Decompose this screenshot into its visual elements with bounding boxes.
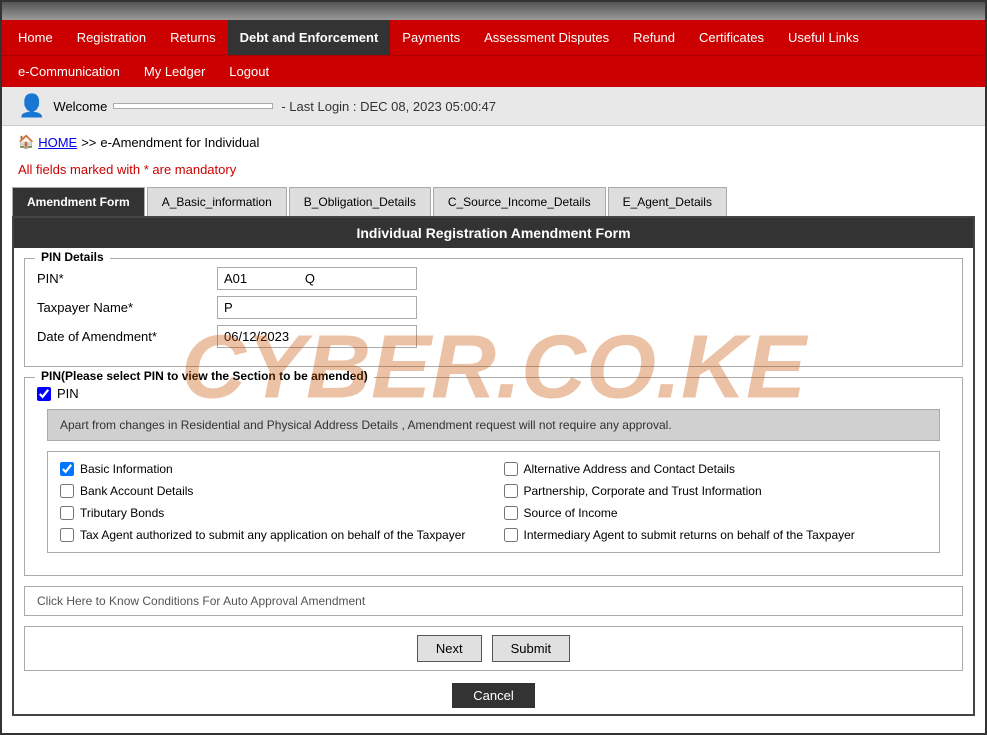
pin-checkbox[interactable]: [37, 387, 51, 401]
cb-bank-account: Bank Account Details: [60, 484, 484, 498]
breadcrumb-home[interactable]: HOME: [38, 135, 77, 150]
top-gradient-bar: [2, 2, 985, 20]
form-area: Individual Registration Amendment Form P…: [12, 216, 975, 716]
cb-basic-info-label: Basic Information: [80, 462, 173, 476]
avatar-icon: 👤: [18, 93, 45, 119]
pin-check-row: PIN: [37, 386, 950, 401]
nav-certificates[interactable]: Certificates: [687, 20, 776, 55]
cb-basic-info-input[interactable]: [60, 462, 74, 476]
pin-details-label: PIN Details: [35, 250, 110, 264]
cancel-bar: Cancel: [14, 677, 973, 714]
tab-agent-details[interactable]: E_Agent_Details: [608, 187, 727, 216]
pin-select-section: PIN(Please select PIN to view the Sectio…: [24, 377, 963, 576]
nav-useful-links[interactable]: Useful Links: [776, 20, 871, 55]
pin-check-label: PIN: [57, 386, 79, 401]
taxpayer-row: Taxpayer Name*: [37, 296, 950, 319]
nav-assessment-disputes[interactable]: Assessment Disputes: [472, 20, 621, 55]
tab-source-income[interactable]: C_Source_Income_Details: [433, 187, 606, 216]
cancel-button[interactable]: Cancel: [452, 683, 534, 708]
cb-partnership-label: Partnership, Corporate and Trust Informa…: [524, 484, 762, 498]
cb-intermediary: Intermediary Agent to submit returns on …: [504, 528, 928, 542]
nav-returns[interactable]: Returns: [158, 20, 228, 55]
main-nav: Home Registration Returns Debt and Enfor…: [2, 20, 985, 55]
cb-bank-input[interactable]: [60, 484, 74, 498]
breadcrumb-current: e-Amendment for Individual: [100, 135, 259, 150]
cb-alt-address-label: Alternative Address and Contact Details: [524, 462, 735, 476]
notice-bar: Apart from changes in Residential and Ph…: [47, 409, 940, 441]
cb-source-income-input[interactable]: [504, 506, 518, 520]
cb-partnership: Partnership, Corporate and Trust Informa…: [504, 484, 928, 498]
breadcrumb: 🏠 HOME >> e-Amendment for Individual: [2, 126, 985, 158]
cb-tributary: Tributary Bonds: [60, 506, 484, 520]
info-link[interactable]: Click Here to Know Conditions For Auto A…: [24, 586, 963, 616]
breadcrumb-separator: >>: [81, 135, 96, 150]
cb-intermediary-input[interactable]: [504, 528, 518, 542]
cb-tributary-label: Tributary Bonds: [80, 506, 164, 520]
submit-button[interactable]: Submit: [492, 635, 570, 662]
cb-source-income: Source of Income: [504, 506, 928, 520]
welcome-bar: 👤 Welcome - Last Login : DEC 08, 2023 05…: [2, 87, 985, 126]
cb-basic-info: Basic Information: [60, 462, 484, 476]
cb-tax-agent: Tax Agent authorized to submit any appli…: [60, 528, 484, 542]
cb-source-income-label: Source of Income: [524, 506, 618, 520]
form-title: Individual Registration Amendment Form: [14, 218, 973, 248]
cb-partnership-input[interactable]: [504, 484, 518, 498]
pin-field-label: PIN*: [37, 271, 217, 286]
amendment-checkboxes: Basic Information Alternative Address an…: [47, 451, 940, 553]
tab-bar: Amendment Form A_Basic_information B_Obl…: [12, 187, 975, 216]
last-login-text: - Last Login : DEC 08, 2023 05:00:47: [281, 99, 496, 114]
mandatory-note: All fields marked with * are mandatory: [2, 158, 985, 187]
date-input[interactable]: [217, 325, 417, 348]
next-button[interactable]: Next: [417, 635, 482, 662]
date-row: Date of Amendment*: [37, 325, 950, 348]
nav-home[interactable]: Home: [6, 20, 65, 55]
nav-refund[interactable]: Refund: [621, 20, 687, 55]
taxpayer-label: Taxpayer Name*: [37, 300, 217, 315]
pin-details-section: PIN Details PIN* Taxpayer Name* Date of …: [24, 258, 963, 367]
nav-debt-enforcement[interactable]: Debt and Enforcement: [228, 20, 391, 55]
taxpayer-input[interactable]: [217, 296, 417, 319]
cb-alt-address: Alternative Address and Contact Details: [504, 462, 928, 476]
home-icon: 🏠: [18, 134, 34, 150]
nav-registration[interactable]: Registration: [65, 20, 158, 55]
cb-tax-agent-input[interactable]: [60, 528, 74, 542]
nav-my-ledger[interactable]: My Ledger: [132, 56, 217, 87]
notice-text: Apart from changes in Residential and Ph…: [60, 418, 672, 432]
action-bar: Next Submit: [24, 626, 963, 671]
tab-amendment-form[interactable]: Amendment Form: [12, 187, 145, 216]
cb-tax-agent-label: Tax Agent authorized to submit any appli…: [80, 528, 465, 542]
pin-input[interactable]: [217, 267, 417, 290]
nav-logout[interactable]: Logout: [217, 56, 281, 87]
welcome-label: Welcome: [53, 99, 107, 114]
cb-tributary-input[interactable]: [60, 506, 74, 520]
cb-intermediary-label: Intermediary Agent to submit returns on …: [524, 528, 855, 542]
nav-ecommunication[interactable]: e-Communication: [6, 56, 132, 87]
pin-select-label: PIN(Please select PIN to view the Sectio…: [35, 369, 374, 383]
tab-obligation-details[interactable]: B_Obligation_Details: [289, 187, 431, 216]
checkbox-grid-inner: Basic Information Alternative Address an…: [60, 462, 927, 542]
pin-row: PIN*: [37, 267, 950, 290]
sub-nav: e-Communication My Ledger Logout: [2, 55, 985, 87]
username-display: [113, 103, 273, 109]
cb-alt-address-input[interactable]: [504, 462, 518, 476]
cb-bank-label: Bank Account Details: [80, 484, 193, 498]
date-label: Date of Amendment*: [37, 329, 217, 344]
nav-payments[interactable]: Payments: [390, 20, 472, 55]
tab-basic-info[interactable]: A_Basic_information: [147, 187, 287, 216]
